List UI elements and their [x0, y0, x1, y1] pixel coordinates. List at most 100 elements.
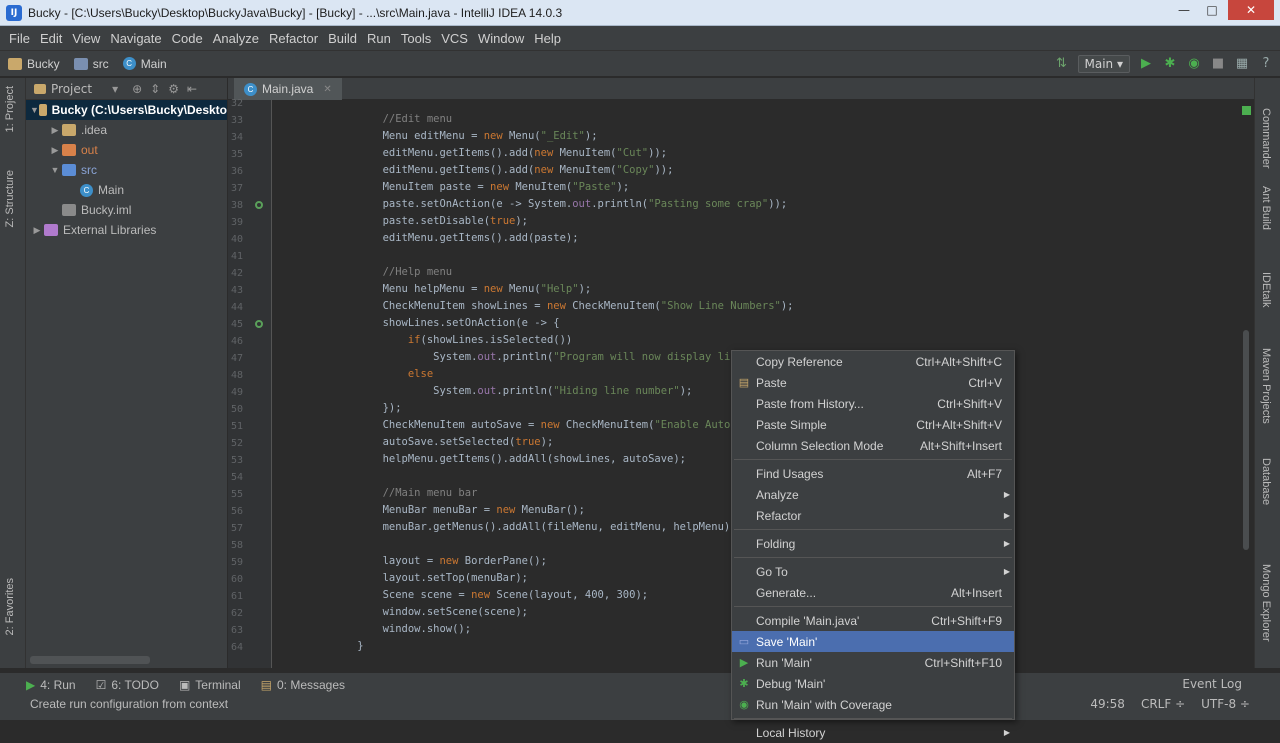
close-tab-icon[interactable]: ✕ — [323, 84, 331, 95]
menu-item-save-main[interactable]: ▭ Save 'Main' — [732, 631, 1014, 652]
scroll-thumb[interactable] — [1243, 330, 1249, 550]
lambda-marker-icon[interactable] — [255, 201, 263, 209]
breadcrumb-project[interactable]: Bucky — [8, 57, 60, 71]
menu-item-generate[interactable]: Generate... Alt+Insert — [732, 582, 1014, 603]
tree-item[interactable]: ▶ External Libraries — [26, 220, 227, 240]
debug-icon[interactable]: ✱ — [1162, 56, 1178, 72]
file-encoding[interactable]: UTF-8 ÷ — [1201, 697, 1250, 711]
toolwindow-todo[interactable]: ☑ 6: TODO — [96, 678, 159, 692]
sync-icon[interactable]: ⊕ — [132, 82, 142, 96]
code-line: MenuItem paste = new MenuItem("Paste"); — [332, 181, 630, 193]
breadcrumb-src[interactable]: src — [73, 57, 109, 71]
menu-item-paste[interactable]: ▤ Paste Ctrl+V — [732, 372, 1014, 393]
tab-favorites[interactable]: 2: Favorites — [4, 578, 16, 635]
tab-project[interactable]: 1: Project — [4, 86, 16, 132]
menu-tools[interactable]: Tools — [396, 31, 436, 46]
tree-item[interactable]: ▼ Bucky (C:\Users\Bucky\Deskto — [26, 100, 227, 120]
menu-item-run-main-with-coverage[interactable]: ◉ Run 'Main' with Coverage — [732, 694, 1014, 715]
horizontal-scrollbar[interactable] — [30, 656, 150, 664]
chevron-down-icon[interactable]: ▾ — [112, 82, 118, 96]
code-line: System.out.println("Hiding line number")… — [332, 385, 693, 397]
menu-item-compile-main-java[interactable]: Compile 'Main.java' Ctrl+Shift+F9 — [732, 610, 1014, 631]
tab-ant-build[interactable]: Ant Build — [1260, 186, 1272, 230]
close-button[interactable]: ✕ — [1228, 0, 1274, 20]
menu-item-label: Copy Reference — [756, 354, 843, 369]
tree-item[interactable]: ▼ src — [26, 160, 227, 180]
collapse-icon[interactable]: ⇕ — [150, 82, 160, 96]
project-view-dropdown[interactable]: Project — [51, 82, 92, 96]
tree-item[interactable]: C Main — [26, 180, 227, 200]
editor-gutter: 32 33 34 35 36 37 38 39 40 41 42 43 44 45 46 47 48 49 50 51… — [228, 98, 272, 668]
menu-window[interactable]: Window — [473, 31, 529, 46]
tree-item[interactable]: Bucky.iml — [26, 200, 227, 220]
maximize-button[interactable]: □ — [1198, 0, 1226, 20]
menu-item-run-main[interactable]: ▶ Run 'Main' Ctrl+Shift+F10 — [732, 652, 1014, 673]
lambda-marker-icon[interactable] — [255, 320, 263, 328]
tab-maven-projects[interactable]: Maven Projects — [1260, 348, 1272, 424]
menu-file[interactable]: File — [4, 31, 35, 46]
menu-run[interactable]: Run — [362, 31, 396, 46]
menu-item-column-selection-mode[interactable]: Column Selection Mode Alt+Shift+Insert — [732, 435, 1014, 456]
hide-icon[interactable]: ⇤ — [187, 82, 197, 96]
tab-main-java[interactable]: C Main.java ✕ — [234, 78, 342, 100]
menu-item-go-to[interactable]: Go To ▶ — [732, 561, 1014, 582]
event-log-button[interactable]: Event Log — [1182, 677, 1242, 691]
menu-refactor[interactable]: Refactor — [264, 31, 323, 46]
run-icon[interactable]: ▶ — [1138, 56, 1154, 72]
tab-structure[interactable]: Z: Structure — [4, 170, 16, 227]
expand-down-icon[interactable]: ▼ — [48, 165, 62, 175]
tab-idetalk[interactable]: IDEtalk — [1260, 272, 1272, 307]
menu-item-shortcut: Alt+F7 — [966, 466, 1002, 481]
line-separator[interactable]: CRLF ÷ — [1141, 697, 1185, 711]
menu-build[interactable]: Build — [323, 31, 362, 46]
editor-scrollbar[interactable] — [1238, 100, 1254, 668]
menu-item-debug-main[interactable]: ✱ Debug 'Main' — [732, 673, 1014, 694]
build-icon[interactable]: ⇅ — [1054, 56, 1070, 72]
menu-item-label: Find Usages — [756, 466, 824, 481]
menu-item-find-usages[interactable]: Find Usages Alt+F7 — [732, 463, 1014, 484]
coverage-icon[interactable]: ◉ — [1186, 56, 1202, 72]
tab-mongo-explorer[interactable]: Mongo Explorer — [1260, 564, 1272, 642]
line-number: 43 — [230, 285, 243, 296]
expand-right-icon[interactable]: ▶ — [48, 145, 62, 156]
run-icon: ▶ — [739, 657, 749, 669]
paste-icon: ▤ — [738, 377, 750, 389]
toolwindow-messages[interactable]: ▤ 0: Messages — [261, 678, 345, 692]
menu-edit[interactable]: Edit — [35, 31, 67, 46]
code-line: helpMenu.getItems().addAll(showLines, au… — [332, 453, 687, 465]
menu-analyze[interactable]: Analyze — [208, 31, 264, 46]
expand-down-icon[interactable]: ▼ — [30, 105, 39, 115]
run-config-dropdown[interactable]: Main ▾ — [1077, 55, 1130, 73]
help-icon[interactable]: ? — [1258, 56, 1274, 72]
expand-right-icon[interactable]: ▶ — [48, 125, 62, 136]
tab-commander[interactable]: Commander — [1260, 108, 1272, 169]
menu-vcs[interactable]: VCS — [436, 31, 473, 46]
menu-item-local-history[interactable]: Local History ▶ — [732, 722, 1014, 743]
project-structure-icon[interactable]: ▦ — [1234, 56, 1250, 72]
stop-icon[interactable]: ■ — [1210, 56, 1226, 72]
breadcrumb-main[interactable]: C Main — [122, 57, 167, 71]
tree-item-label: Bucky.iml — [81, 203, 132, 217]
minimize-button[interactable]: — — [1170, 0, 1198, 20]
toolwindow-run[interactable]: ▶ 4: Run — [26, 678, 76, 692]
tree-item[interactable]: ▶ .idea — [26, 120, 227, 140]
tab-database[interactable]: Database — [1260, 458, 1272, 505]
tree-item[interactable]: ▶ out — [26, 140, 227, 160]
toolwindow-terminal[interactable]: ▣ Terminal — [179, 678, 241, 692]
expand-right-icon[interactable]: ▶ — [30, 225, 44, 236]
caret-position[interactable]: 49:58 — [1090, 697, 1125, 711]
menu-navigate[interactable]: Navigate — [105, 31, 166, 46]
menu-view[interactable]: View — [67, 31, 105, 46]
menu-item-analyze[interactable]: Analyze ▶ — [732, 484, 1014, 505]
menu-item-folding[interactable]: Folding ▶ — [732, 533, 1014, 554]
menu-item-copy-reference[interactable]: Copy Reference Ctrl+Alt+Shift+C — [732, 351, 1014, 372]
gear-icon[interactable]: ⚙ — [168, 82, 179, 96]
menu-item-refactor[interactable]: Refactor ▶ — [732, 505, 1014, 526]
menu-item-paste-simple[interactable]: Paste Simple Ctrl+Alt+Shift+V — [732, 414, 1014, 435]
save-config-icon: ▭ — [738, 636, 750, 648]
menu-help[interactable]: Help — [529, 31, 566, 46]
tree-item-label: .idea — [81, 123, 108, 137]
menu-item-paste-from-history[interactable]: Paste from History... Ctrl+Shift+V — [732, 393, 1014, 414]
menu-code[interactable]: Code — [167, 31, 208, 46]
code-line: //Help menu — [332, 266, 453, 278]
